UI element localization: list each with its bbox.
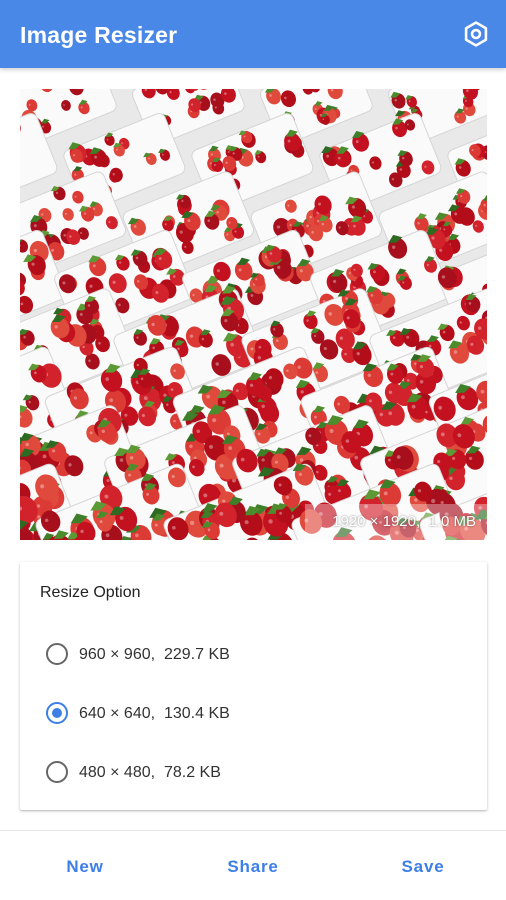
resize-option-label: 960 × 960, 229.7 KB [79, 646, 230, 663]
resize-option-title: Resize Option [40, 584, 141, 601]
image-info-overlay: 1920 × 1920, 1.0 MB [305, 504, 487, 540]
new-button[interactable]: New [25, 850, 145, 884]
radio-button-selected[interactable] [46, 702, 68, 724]
app-title: Image Resizer [20, 22, 178, 48]
bottom-bar-divider [0, 830, 506, 831]
resize-option-480[interactable]: 480 × 480, 78.2 KB [46, 758, 466, 788]
resize-option-label: 480 × 480, 78.2 KB [79, 764, 221, 781]
radio-button[interactable] [46, 761, 68, 783]
share-button[interactable]: Share [193, 850, 313, 884]
image-preview[interactable]: 1920 × 1920, 1.0 MB [20, 89, 487, 540]
strawberry-photo [20, 89, 487, 540]
resize-option-960[interactable]: 960 × 960, 229.7 KB [46, 640, 466, 670]
settings-button[interactable] [462, 20, 490, 48]
app-bar: Image Resizer [0, 0, 506, 68]
gear-icon [464, 21, 488, 47]
resize-option-640[interactable]: 640 × 640, 130.4 KB [46, 699, 466, 729]
image-resizer-screen: Image Resizer 1920 × 1920, 1.0 MB Resize… [0, 0, 506, 900]
resize-option-label: 640 × 640, 130.4 KB [79, 705, 230, 722]
resize-option-card: Resize Option 960 × 960, 229.7 KB 640 × … [20, 562, 487, 810]
radio-button[interactable] [46, 643, 68, 665]
save-button[interactable]: Save [363, 850, 483, 884]
